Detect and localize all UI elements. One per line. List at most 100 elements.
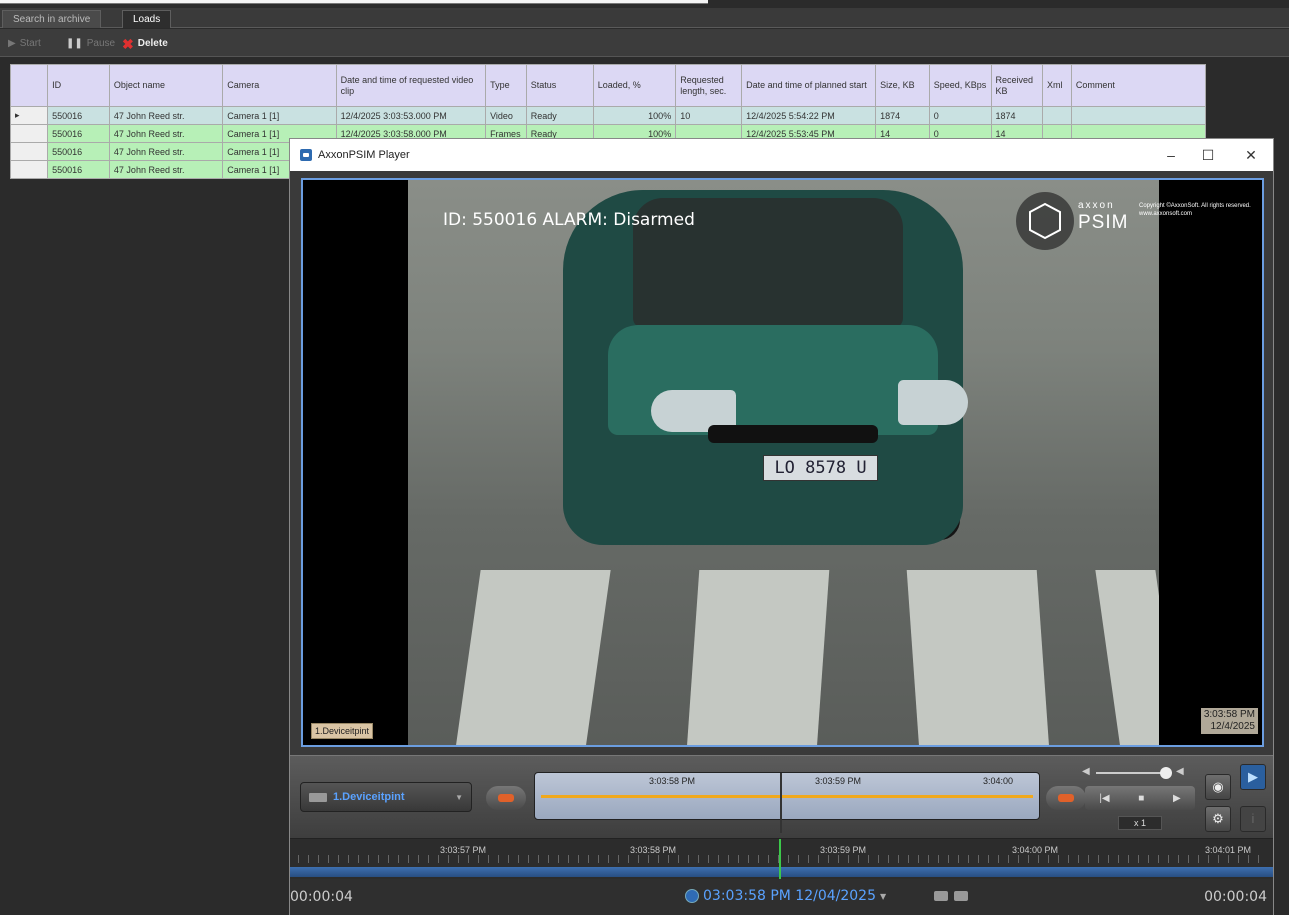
status-bar: 00:00:04 03:03:58 PM 12/04/2025 ▼ 00:00:…: [290, 879, 1273, 915]
app-icon: [300, 149, 312, 161]
column-header[interactable]: Object name: [108, 64, 224, 107]
column-header[interactable]: Status: [525, 64, 594, 107]
delete-label: Delete: [137, 38, 168, 49]
axxon-logo: axxon PSIM Copyright ©AxxonSoft. All rig…: [1016, 192, 1256, 250]
car-headlight: [898, 380, 968, 425]
volume-track: [1096, 772, 1168, 774]
pause-button[interactable]: ❚❚ Pause: [66, 38, 115, 49]
start-label: Start: [19, 38, 41, 49]
column-header[interactable]: Received KB: [990, 64, 1044, 107]
live-play-icon[interactable]: ▶: [1240, 764, 1266, 790]
video-viewport[interactable]: LO 8578 U ID: 550016 ALARM: Disarmed axx…: [301, 178, 1264, 747]
column-header[interactable]: Camera: [222, 64, 337, 107]
speaker-mute-icon: ◀: [1082, 766, 1090, 777]
gear-icon[interactable]: ⚙: [1205, 806, 1231, 832]
stop-button[interactable]: ■: [1138, 793, 1144, 804]
cell-loaded: 100%: [592, 106, 677, 125]
elapsed-time: 00:00:04: [290, 889, 353, 905]
archive-ruler[interactable]: 3:03:57 PM 3:03:58 PM 3:03:59 PM 3:04:00…: [290, 839, 1273, 879]
prev-event-button[interactable]: [486, 786, 526, 810]
timeline-track: [541, 795, 1033, 798]
column-header[interactable]: Date and time of planned start: [741, 64, 877, 107]
camera-select[interactable]: 1.Deviceitpint ▼: [300, 782, 472, 812]
overlay-date: 12/4/2025: [1210, 721, 1256, 732]
camera-snapshot-icon[interactable]: [934, 891, 948, 901]
player-title-bar[interactable]: AxxonPSIM Player – ☐ ✕: [290, 139, 1273, 171]
table-row[interactable]: ▸ 550016 47 John Reed str. Camera 1 [1] …: [9, 106, 1207, 125]
ruler-label: 3:04:01 PM: [1205, 845, 1252, 855]
column-header[interactable]: Requested length, sec.: [675, 64, 743, 107]
column-header[interactable]: Comment: [1070, 64, 1207, 107]
logo-product: PSIM: [1078, 212, 1129, 233]
maximize-button[interactable]: ☐: [1193, 145, 1223, 165]
tab-bar: Search in archive Loads: [0, 8, 1289, 28]
cell-speed: 0: [928, 106, 992, 125]
ruler-label: 3:03:58 PM: [630, 845, 677, 855]
cell-object: 47 John Reed str.: [108, 142, 224, 161]
volume-knob[interactable]: [1160, 767, 1172, 779]
tab-loads[interactable]: Loads: [122, 10, 172, 28]
eye-icon[interactable]: ◉: [1205, 774, 1231, 800]
cell-planned: 12/4/2025 5:54:22 PM: [741, 106, 877, 125]
next-event-button[interactable]: [1046, 786, 1086, 810]
pause-label: Pause: [86, 38, 116, 49]
hexagon-icon: [1016, 192, 1074, 250]
minimize-button[interactable]: –: [1156, 145, 1186, 165]
row-marker: ▸: [9, 106, 49, 125]
pause-icon: ❚❚: [66, 38, 83, 49]
column-header[interactable]: Size, KB: [875, 64, 930, 107]
video-frame: LO 8578 U: [408, 180, 1159, 745]
ruler-cursor[interactable]: [779, 839, 781, 879]
cell-size: 1874: [875, 106, 930, 125]
cell-object: 47 John Reed str.: [108, 124, 224, 143]
play-button[interactable]: ▶: [1173, 793, 1181, 804]
arrow-left-icon: [498, 794, 514, 802]
zoom-timeline[interactable]: 3:03:58 PM 3:03:59 PM 3:04:00: [534, 772, 1040, 833]
info-icon[interactable]: i: [1240, 806, 1266, 832]
row-marker: [9, 142, 49, 161]
overlay-time: 3:03:58 PM: [1203, 709, 1255, 720]
column-header[interactable]: Speed, KBps: [928, 64, 992, 107]
crosswalk-stripe: [686, 570, 830, 745]
ruler-label: 3:04:00 PM: [1012, 845, 1059, 855]
arrow-right-icon: [1058, 794, 1074, 802]
column-header[interactable]: Xml: [1042, 64, 1072, 107]
column-header[interactable]: Loaded, %: [592, 64, 677, 107]
cell-id: 550016: [47, 106, 110, 125]
delete-button[interactable]: ✖ Delete: [122, 35, 168, 52]
cell-object: 47 John Reed str.: [108, 160, 224, 179]
cell-id: 550016: [47, 124, 110, 143]
control-bar: 1.Deviceitpint ▼ 3:03:58 PM 3:03:59 PM 3…: [290, 755, 1273, 839]
row-marker: [9, 124, 49, 143]
crosswalk-stripe: [906, 570, 1050, 745]
chevron-down-icon: ▼: [880, 891, 887, 901]
toolbar: ▶ Start ❚❚ Pause ✖ Delete: [0, 29, 1289, 57]
column-header[interactable]: [9, 64, 49, 107]
cell-length: 10: [675, 106, 743, 125]
cell-type: Video: [485, 106, 527, 125]
table-header-row: ID Object name Camera Date and time of r…: [9, 64, 1207, 107]
cell-datetime: 12/4/2025 3:03:53.000 PM: [335, 106, 487, 125]
print-icon[interactable]: [954, 891, 968, 901]
timeline-label: 3:04:00: [983, 776, 1014, 786]
timeline-cursor[interactable]: [780, 773, 782, 833]
delete-icon: ✖: [122, 35, 134, 52]
column-header[interactable]: ID: [47, 64, 110, 107]
column-header[interactable]: Type: [485, 64, 527, 107]
logo-brand: axxon: [1078, 200, 1115, 211]
archive-bar: [290, 867, 1273, 877]
license-plate: LO 8578 U: [763, 455, 878, 481]
chevron-down-icon: ▼: [455, 792, 463, 802]
alarm-overlay-text: ID: 550016 ALARM: Disarmed: [443, 210, 695, 230]
cell-comment: [1070, 106, 1207, 125]
start-button[interactable]: ▶ Start: [8, 38, 41, 49]
step-back-button[interactable]: |◀: [1099, 793, 1109, 804]
close-button[interactable]: ✕: [1236, 145, 1266, 165]
ruler-ticks: [298, 855, 1266, 863]
volume-slider[interactable]: ◀ ◀: [1082, 766, 1190, 780]
player-title: AxxonPSIM Player: [318, 149, 410, 161]
tab-search-in-archive[interactable]: Search in archive: [2, 10, 102, 28]
column-header[interactable]: Date and time of requested video clip: [335, 64, 487, 107]
datetime-selector[interactable]: 03:03:58 PM 12/04/2025 ▼: [663, 885, 905, 907]
playback-speed[interactable]: x 1: [1118, 816, 1162, 830]
